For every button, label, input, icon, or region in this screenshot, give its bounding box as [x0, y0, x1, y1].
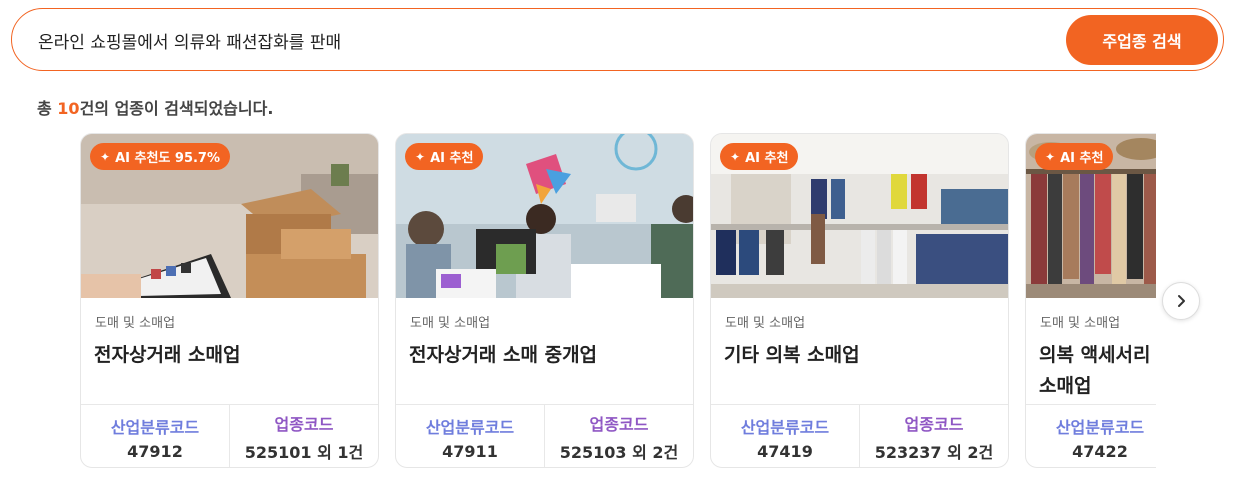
sparkle-icon: ✦ — [730, 149, 741, 164]
ai-badge-label: AI 추천 — [1060, 151, 1104, 166]
result-count: 10 — [57, 99, 80, 118]
card-title: 기타 의복 소매업 — [724, 344, 860, 366]
sparkle-icon: ✦ — [1045, 149, 1056, 164]
card-codes: 산업분류코드 47911 업종코드 525103 외 2건 — [396, 404, 693, 467]
card-image-ecommerce-office: ✦ AI 추천 — [396, 134, 693, 298]
card-carousel: ✦ AI 추천도 95.7% 도매 및 소매업 전자상거래 소매업 산업분류코드… — [80, 133, 1156, 469]
industry-card[interactable]: ✦ AI 추천 도매 및 소매업 기타 의복 소매업 산업분류코드 47419 … — [710, 133, 1009, 468]
business-code-column: 업종코드 525103 외 2건 — [544, 405, 693, 467]
industry-code-value: 47419 — [757, 441, 813, 461]
card-category: 도매 및 소매업 — [1040, 316, 1121, 331]
industry-code-label: 산업분류코드 — [740, 417, 830, 437]
card-image-online-shopping: ✦ AI 추천도 95.7% — [81, 134, 378, 298]
industry-card[interactable]: ✦ AI 추천 도매 및 소매업 전자상거래 소매 중개업 산업분류코드 479… — [395, 133, 694, 468]
industry-code-column: 산업분류코드 47419 — [711, 405, 859, 467]
industry-code-column: 산업분류코드 47911 — [396, 405, 544, 467]
card-codes: 산업분류코드 47422 업종코드 — [1026, 404, 1156, 467]
ai-recommend-badge: ✦ AI 추천 — [405, 143, 484, 170]
business-code-column: 업종코드 525101 외 1건 — [229, 405, 378, 467]
business-code-label: 업종코드 — [904, 415, 964, 434]
card-category: 도매 및 소매업 — [725, 316, 806, 331]
ai-badge-label: AI 추천 — [745, 151, 789, 166]
search-input[interactable] — [38, 27, 1038, 53]
business-code-column: 업종코드 523237 외 2건 — [859, 405, 1008, 467]
card-title: 전자상거래 소매 중개업 — [409, 344, 598, 366]
industry-code-column: 산업분류코드 47912 — [81, 405, 229, 467]
industry-card[interactable]: ✦ AI 추천도 95.7% 도매 및 소매업 전자상거래 소매업 산업분류코드… — [80, 133, 379, 468]
card-codes: 산업분류코드 47912 업종코드 525101 외 1건 — [81, 404, 378, 467]
search-bar: 주업종 검색 — [11, 8, 1224, 71]
industry-card[interactable]: ✦ AI 추천 도매 및 소매업 의복 액세서리 소매업 산업분류코드 4742… — [1025, 133, 1156, 468]
search-button[interactable]: 주업종 검색 — [1066, 15, 1218, 65]
ai-recommend-badge: ✦ AI 추천 — [1035, 143, 1114, 170]
card-image-clothing-store: ✦ AI 추천 — [711, 134, 1008, 298]
industry-code-label: 산업분류코드 — [425, 417, 515, 437]
business-code-label: 업종코드 — [274, 415, 334, 434]
result-summary-suffix: 건의 업종이 검색되었습니다. — [79, 99, 274, 118]
card-title: 전자상거래 소매업 — [94, 344, 241, 366]
ai-badge-label: AI 추천도 95.7% — [115, 151, 220, 166]
ai-recommend-badge: ✦ AI 추천도 95.7% — [90, 143, 230, 170]
card-category: 도매 및 소매업 — [95, 316, 176, 331]
card-category: 도매 및 소매업 — [410, 316, 491, 331]
industry-code-column: 산업분류코드 47422 — [1026, 405, 1156, 467]
card-codes: 산업분류코드 47419 업종코드 523237 외 2건 — [711, 404, 1008, 467]
card-title: 의복 액세서리 소매업 — [1039, 344, 1151, 397]
result-summary: 총 10건의 업종이 검색되었습니다. — [37, 95, 273, 119]
industry-code-value: 47911 — [442, 441, 498, 461]
industry-code-value: 47422 — [1072, 441, 1128, 461]
chevron-right-icon — [1178, 295, 1185, 307]
sparkle-icon: ✦ — [100, 149, 111, 164]
industry-code-label: 산업분류코드 — [1055, 417, 1145, 437]
business-code-value: 525103 외 2건 — [559, 443, 679, 462]
card-image-accessories: ✦ AI 추천 — [1026, 134, 1156, 298]
industry-code-value: 47912 — [127, 441, 183, 461]
result-summary-prefix: 총 — [37, 99, 58, 118]
business-code-value: 525101 외 1건 — [244, 443, 364, 462]
business-code-value: 523237 외 2건 — [874, 443, 994, 462]
industry-code-label: 산업분류코드 — [110, 417, 200, 437]
ai-badge-label: AI 추천 — [430, 151, 474, 166]
carousel-next-button[interactable] — [1162, 282, 1200, 320]
ai-recommend-badge: ✦ AI 추천 — [720, 143, 799, 170]
sparkle-icon: ✦ — [415, 149, 426, 164]
business-code-label: 업종코드 — [589, 415, 649, 434]
